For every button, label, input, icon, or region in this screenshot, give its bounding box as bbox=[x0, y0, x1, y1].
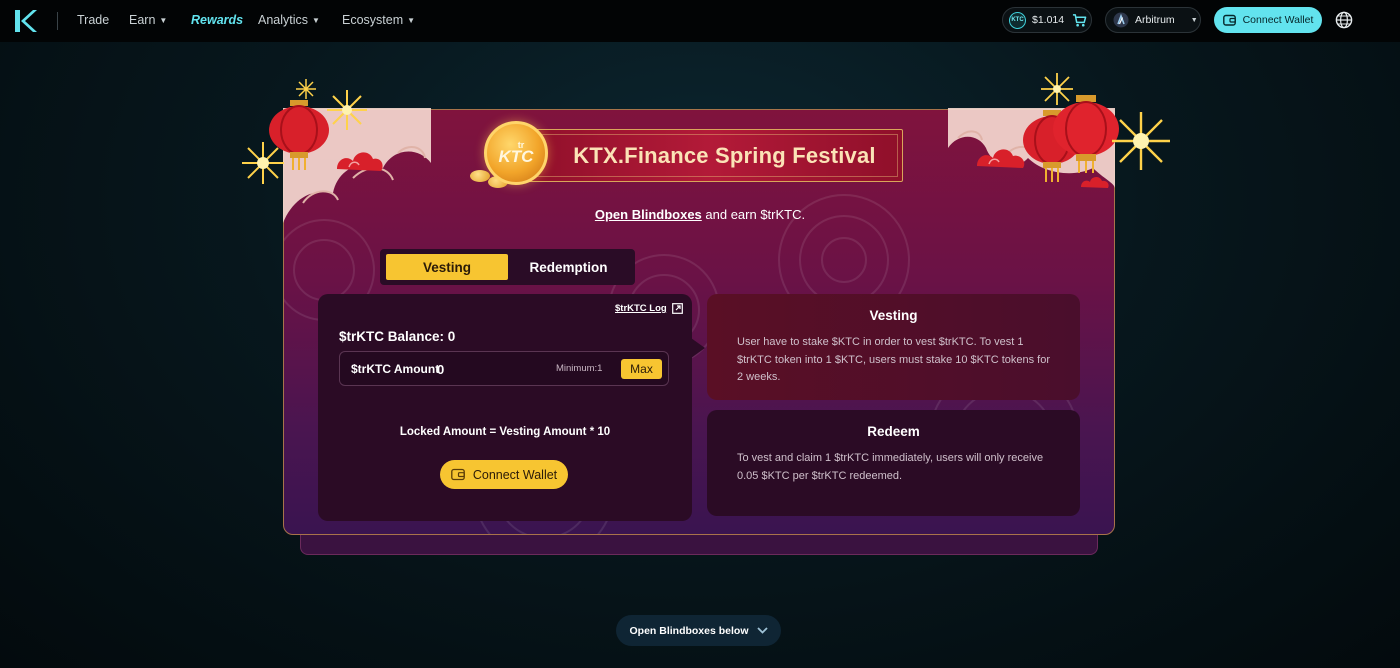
festival-title-banner: KTX.Finance Spring Festival bbox=[520, 129, 903, 182]
external-link-icon bbox=[671, 303, 683, 314]
max-button[interactable]: Max bbox=[621, 359, 662, 379]
arbitrum-icon bbox=[1113, 12, 1129, 28]
redeem-info-title: Redeem bbox=[867, 424, 920, 439]
nav-item-label: Analytics bbox=[258, 13, 309, 27]
gold-ingot-icon bbox=[470, 170, 490, 182]
network-selector[interactable]: Arbitrum ▼ bbox=[1105, 7, 1201, 33]
nav-item-label: Earn bbox=[129, 13, 156, 27]
amount-input[interactable] bbox=[437, 360, 537, 378]
nav-divider bbox=[57, 12, 58, 30]
caret-down-icon: ▼ bbox=[159, 15, 168, 25]
connect-wallet-button[interactable]: Connect Wallet bbox=[440, 460, 568, 489]
festival-title: KTX.Finance Spring Festival bbox=[573, 142, 876, 168]
coin-label-ktc: KTC bbox=[498, 146, 534, 166]
network-name: Arbitrum bbox=[1135, 14, 1175, 26]
tab-redemption[interactable]: Redemption bbox=[508, 254, 629, 280]
open-blindboxes-below-label: Open Blindboxes below bbox=[629, 624, 749, 637]
trktc-coin-icon: tr KTC bbox=[484, 121, 548, 185]
firework-icon bbox=[327, 90, 367, 130]
tab-vesting[interactable]: Vesting bbox=[386, 254, 508, 280]
firework-icon bbox=[1112, 112, 1170, 170]
open-blindboxes-link[interactable]: Open Blindboxes bbox=[595, 207, 702, 222]
caret-down-icon: ▼ bbox=[1190, 16, 1198, 24]
ktx-logo-icon[interactable] bbox=[13, 9, 37, 33]
caret-down-icon: ▼ bbox=[312, 15, 320, 25]
ktc-price: $1.014 bbox=[1032, 14, 1065, 26]
nav-item-ecosystem[interactable]: Ecosystem ▼ bbox=[342, 13, 415, 27]
caret-down-icon: ▼ bbox=[407, 15, 416, 25]
trktc-log-label: $trKTC Log bbox=[615, 303, 667, 314]
connect-wallet-label: Connect Wallet bbox=[472, 467, 558, 482]
nav-item-earn[interactable]: Earn ▼ bbox=[129, 13, 167, 27]
globe-icon[interactable] bbox=[1335, 11, 1353, 29]
festival-subtitle: Open Blindboxes and earn $trKTC. bbox=[0, 207, 1400, 222]
nav-item-rewards[interactable]: Rewards bbox=[191, 13, 243, 27]
nav-item-label: Ecosystem bbox=[342, 13, 404, 27]
vesting-info-body: User have to stake $KTC in order to vest… bbox=[737, 336, 1051, 383]
connect-wallet-label: Connect Wallet bbox=[1242, 14, 1314, 26]
info-pointer bbox=[691, 338, 705, 358]
firework-icon bbox=[242, 142, 284, 184]
top-nav: Trade Earn ▼ Rewards Analytics ▼ Ecosyst… bbox=[0, 0, 1400, 42]
locked-amount-formula: Locked Amount = Vesting Amount * 10 bbox=[399, 426, 611, 438]
open-blindboxes-below-button[interactable]: Open Blindboxes below bbox=[616, 615, 781, 646]
trktc-balance: $trKTC Balance: 0 bbox=[339, 329, 456, 344]
chevron-down-icon bbox=[756, 627, 768, 634]
nav-item-label: Rewards bbox=[191, 13, 244, 27]
ktc-price-pill[interactable]: KTC $1.014 bbox=[1002, 7, 1092, 33]
connect-wallet-button-header[interactable]: Connect Wallet bbox=[1214, 7, 1322, 33]
red-cloud-icon bbox=[977, 149, 1025, 168]
red-cloud-icon bbox=[1081, 176, 1109, 188]
vesting-tabs: Vesting Redemption bbox=[380, 249, 635, 285]
wallet-icon bbox=[1222, 14, 1236, 26]
redeem-info-body: To vest and claim 1 $trKTC immediately, … bbox=[737, 452, 1044, 482]
firework-icon bbox=[296, 79, 316, 99]
wallet-icon bbox=[450, 468, 465, 481]
nav-item-analytics[interactable]: Analytics ▼ bbox=[258, 13, 320, 27]
subtitle-text: and earn $trKTC. bbox=[701, 207, 806, 222]
nav-item-trade[interactable]: Trade bbox=[77, 13, 109, 27]
firework-icon bbox=[1041, 73, 1073, 105]
amount-label: $trKTC Amount bbox=[351, 362, 440, 376]
nav-item-label: Trade bbox=[77, 13, 110, 27]
ktc-token-icon: KTC bbox=[1009, 11, 1026, 29]
cart-icon[interactable] bbox=[1072, 13, 1087, 28]
trktc-log-link[interactable]: $trKTC Log bbox=[615, 303, 683, 314]
red-cloud-icon bbox=[337, 152, 383, 171]
minimum-text: Minimum:1 bbox=[556, 363, 603, 374]
vesting-info-title: Vesting bbox=[869, 308, 918, 323]
